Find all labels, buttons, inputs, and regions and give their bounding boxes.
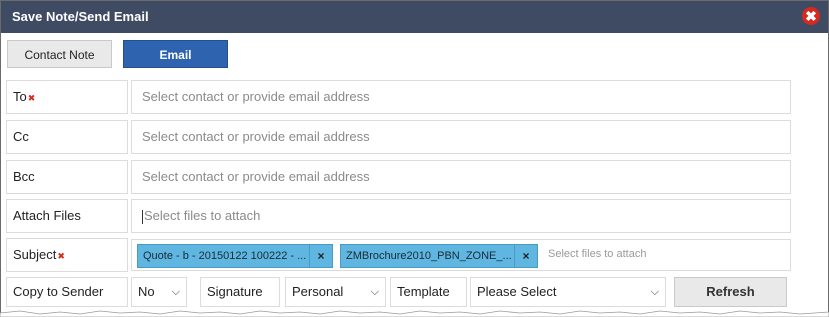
text-caret — [142, 209, 143, 224]
attach-files-label: Attach Files — [6, 199, 128, 233]
attach-placeholder: Select files to attach — [144, 208, 261, 223]
attachment-name: ZMBrochure2010_PBN_ZONE_... — [346, 250, 512, 262]
tab-contact-note[interactable]: Contact Note — [7, 40, 112, 68]
cc-label: Cc — [6, 120, 128, 154]
copy-to-sender-label: Copy to Sender — [6, 277, 128, 307]
subject-attachments-field[interactable]: Quote - b - 20150122 100222 - ... × ZMBr… — [131, 239, 791, 271]
bcc-label: Bcc — [6, 160, 128, 194]
cc-placeholder: Select contact or provide email address — [142, 129, 370, 144]
copy-to-sender-value: No — [138, 284, 155, 299]
subject-placeholder: Select files to attach — [548, 248, 647, 260]
attachment-chip: Quote - b - 20150122 100222 - ... × — [137, 244, 333, 268]
signature-select[interactable]: Personal ⌵ — [285, 277, 386, 307]
chevron-down-icon: ⌵ — [370, 286, 379, 298]
dialog-title: Save Note/Send Email — [12, 9, 149, 24]
close-icon[interactable]: ✖ — [802, 7, 820, 25]
signature-label: Signature — [200, 277, 280, 307]
template-select[interactable]: Please Select ⌵ — [470, 277, 666, 307]
required-icon: ✖ — [57, 250, 65, 261]
bcc-placeholder: Select contact or provide email address — [142, 169, 370, 184]
remove-attachment-icon[interactable]: × — [514, 245, 537, 267]
chevron-down-icon: ⌵ — [650, 286, 659, 298]
subject-label-text: Subject — [13, 247, 57, 262]
to-input[interactable]: Select contact or provide email address — [131, 80, 791, 114]
template-label: Template — [390, 277, 467, 307]
attach-files-input[interactable]: Select files to attach — [131, 199, 791, 233]
attachment-name: Quote - b - 20150122 100222 - ... — [143, 250, 307, 262]
template-value: Please Select — [477, 284, 557, 299]
bcc-input[interactable]: Select contact or provide email address — [131, 160, 791, 194]
attachment-chip: ZMBrochure2010_PBN_ZONE_... × — [340, 244, 538, 268]
cc-input[interactable]: Select contact or provide email address — [131, 120, 791, 154]
subject-label: Subject✖ — [6, 238, 128, 272]
required-icon: ✖ — [27, 92, 36, 103]
dialog-titlebar: Save Note/Send Email ✖ — [1, 1, 828, 33]
refresh-button[interactable]: Refresh — [674, 277, 787, 307]
to-label-text: To — [13, 89, 27, 104]
tab-email[interactable]: Email — [123, 40, 228, 68]
copy-to-sender-select[interactable]: No ⌵ — [131, 277, 187, 307]
to-label: To✖ — [6, 80, 128, 114]
signature-value: Personal — [292, 284, 344, 299]
save-note-dialog: Save Note/Send Email ✖ Contact Note Emai… — [0, 0, 829, 317]
torn-edge — [0, 310, 829, 317]
chevron-down-icon: ⌵ — [171, 286, 180, 298]
to-placeholder: Select contact or provide email address — [142, 89, 370, 104]
remove-attachment-icon[interactable]: × — [309, 245, 332, 267]
